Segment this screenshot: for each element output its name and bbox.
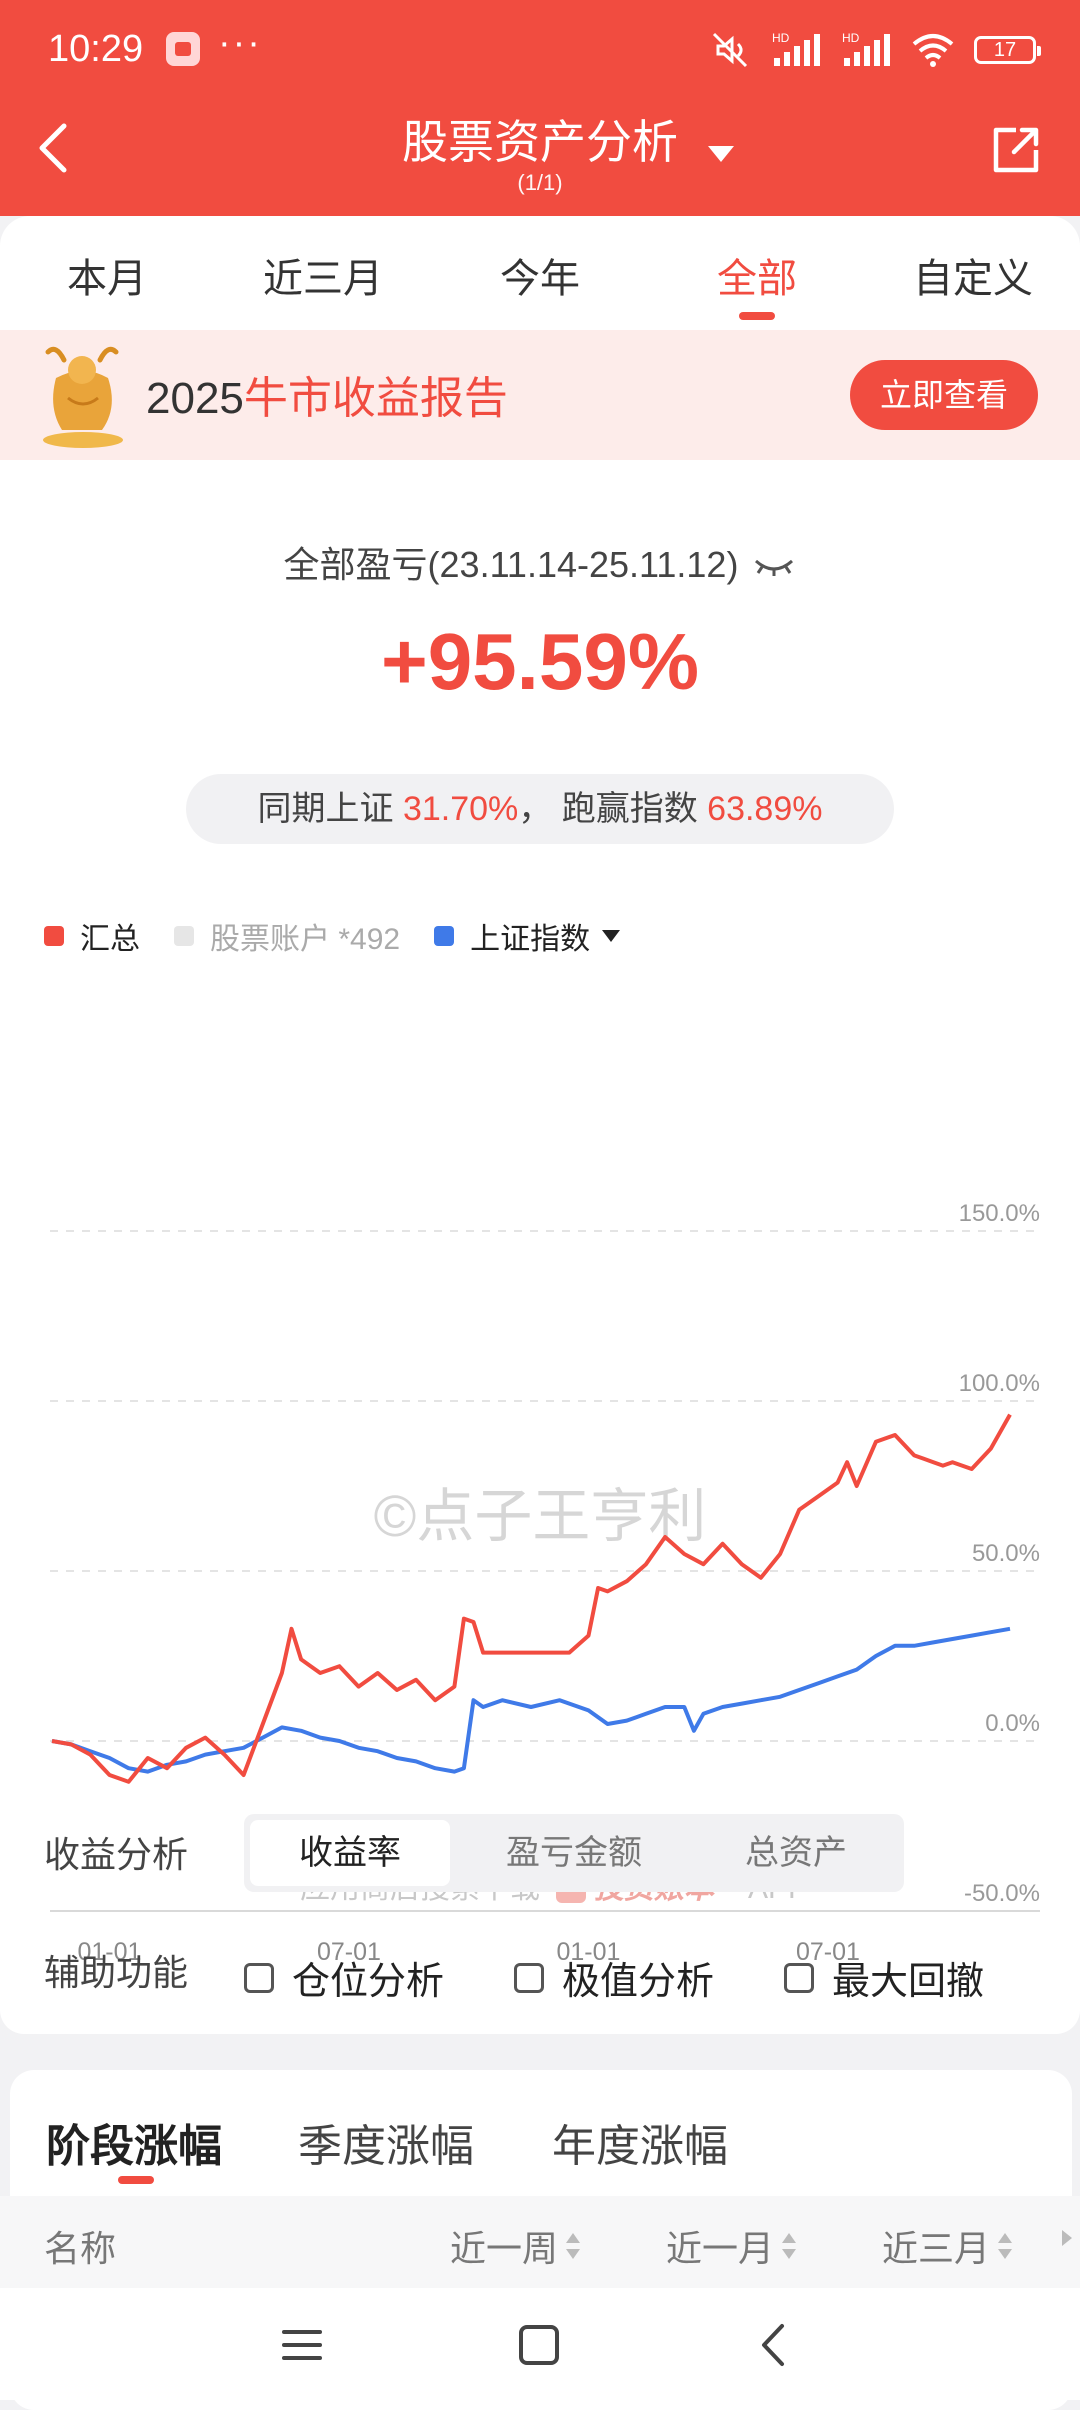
checkbox-icon[interactable] bbox=[514, 1962, 544, 1993]
tab-last-three-months[interactable]: 近三月 bbox=[248, 246, 398, 304]
compare-separator: ， bbox=[518, 790, 553, 828]
compare-value-1: 31.70% bbox=[402, 790, 519, 828]
banner-highlight: 牛市收益报告 bbox=[243, 374, 508, 423]
battery-icon: 17 bbox=[974, 36, 1041, 64]
share-button[interactable] bbox=[988, 122, 1044, 178]
legend-stock-account[interactable]: 股票账户 *492 bbox=[174, 914, 400, 958]
svg-text:HD: HD bbox=[772, 31, 790, 45]
more-notifications-icon: ··· bbox=[218, 22, 262, 64]
index-comparison: 同期上证 31.70%， 跑赢指数 63.89% bbox=[186, 774, 894, 844]
tab-this-year[interactable]: 今年 bbox=[465, 246, 615, 304]
extreme-analysis-label: 极值分析 bbox=[562, 1961, 715, 2003]
column-last-three-months[interactable]: 近三月 bbox=[882, 2220, 1013, 2272]
status-time: 10:29 bbox=[48, 28, 144, 70]
chart-watermark: ©点子王亨利 bbox=[374, 1484, 707, 1549]
series-line-sse-index bbox=[51, 1626, 1011, 1774]
tab-custom[interactable]: 自定义 bbox=[898, 246, 1048, 304]
legend-label-stock-account: 股票账户 *492 bbox=[210, 923, 401, 956]
analysis-segmented-control: 收益率 盈亏金额 总资产 bbox=[244, 1814, 904, 1892]
compare-label-1: 同期上证 bbox=[257, 790, 394, 828]
total-pl-label: 全部盈亏(23.11.14-25.11.12) bbox=[0, 536, 1080, 588]
legend-label-sse-index: 上证指数 bbox=[470, 923, 591, 956]
sort-icon[interactable] bbox=[782, 2233, 797, 2259]
column-last-week-label: 近一周 bbox=[450, 2228, 559, 2269]
column-last-three-months-label: 近三月 bbox=[882, 2228, 991, 2269]
analysis-label: 收益分析 bbox=[44, 1834, 189, 1875]
page-counter: (1/1) bbox=[517, 170, 563, 195]
max-drawdown-checkbox[interactable]: 最大回撤 bbox=[784, 1950, 984, 2005]
mute-icon bbox=[712, 32, 748, 68]
position-analysis-label: 仓位分析 bbox=[292, 1961, 445, 2003]
y-tick-label: 0.0% bbox=[985, 1710, 1040, 1737]
report-banner[interactable]: 2025牛市收益报告 立即查看 bbox=[0, 330, 1080, 460]
title-dropdown-icon[interactable] bbox=[708, 146, 734, 162]
option-pl-amount[interactable]: 盈亏金额 bbox=[474, 1820, 674, 1886]
compare-value-2: 63.89% bbox=[707, 790, 823, 828]
index-dropdown-icon[interactable] bbox=[602, 930, 621, 942]
analysis-card: 本月 近三月 今年 全部 自定义 2025牛市收益报告 立即查看 全部盈亏(23… bbox=[0, 216, 1080, 2034]
table-header: 名称 近一周 近一月 近三月 bbox=[0, 2196, 1080, 2288]
position-analysis-checkbox[interactable]: 仓位分析 bbox=[244, 1950, 444, 2005]
option-total-assets[interactable]: 总资产 bbox=[696, 1820, 896, 1886]
checkbox-icon[interactable] bbox=[244, 1962, 274, 1993]
active-tab-indicator bbox=[739, 312, 775, 320]
y-tick-label: 100.0% bbox=[959, 1370, 1040, 1397]
legend-label-summary: 汇总 bbox=[80, 923, 140, 956]
total-pl-value: +95.59% bbox=[380, 617, 700, 706]
system-nav-bar bbox=[0, 2288, 1080, 2400]
legend-swatch-stock-account bbox=[174, 926, 194, 946]
extreme-analysis-checkbox[interactable]: 极值分析 bbox=[514, 1950, 714, 2005]
wifi-icon bbox=[912, 34, 954, 67]
view-report-button[interactable]: 立即查看 bbox=[849, 360, 1038, 430]
y-tick-label: 150.0% bbox=[959, 1200, 1040, 1227]
y-tick-label: 50.0% bbox=[972, 1540, 1040, 1567]
chart-legend: 汇总 股票账户 *492 上证指数 bbox=[44, 916, 654, 956]
menu-icon[interactable] bbox=[282, 2328, 322, 2362]
banner-title: 2025牛市收益报告 bbox=[146, 362, 508, 426]
column-last-month-label: 近一月 bbox=[666, 2228, 775, 2269]
period-tabs: 本月 近三月 今年 全部 自定义 bbox=[0, 216, 1080, 328]
tab-all[interactable]: 全部 bbox=[682, 246, 832, 304]
legend-summary[interactable]: 汇总 bbox=[44, 914, 140, 958]
compare-label-2: 跑赢指数 bbox=[561, 790, 698, 828]
tab-quarterly-change[interactable]: 季度涨幅 bbox=[298, 2110, 474, 2174]
tab-annual-change[interactable]: 年度涨幅 bbox=[552, 2110, 728, 2174]
home-icon[interactable] bbox=[518, 2324, 560, 2366]
tab-period-change[interactable]: 阶段涨幅 bbox=[46, 2110, 222, 2174]
legend-swatch-sse-index bbox=[434, 926, 455, 946]
option-return-rate[interactable]: 收益率 bbox=[250, 1820, 450, 1886]
svg-text:HD: HD bbox=[842, 31, 860, 45]
aux-label: 辅助功能 bbox=[44, 1952, 189, 1993]
legend-swatch-summary bbox=[44, 926, 64, 946]
banner-year: 2025 bbox=[146, 374, 244, 423]
column-last-month[interactable]: 近一月 bbox=[666, 2220, 797, 2272]
tab-this-month[interactable]: 本月 bbox=[32, 246, 182, 304]
y-tick-label: -50.0% bbox=[964, 1880, 1040, 1907]
back-nav-icon[interactable] bbox=[758, 2322, 788, 2368]
total-pl-text: 全部盈亏(23.11.14-25.11.12) bbox=[283, 544, 739, 585]
status-bar: 10:29 ··· HD HD 17 bbox=[0, 0, 1080, 100]
notification-app-icon bbox=[166, 32, 200, 66]
signal-2-icon: HD bbox=[842, 31, 890, 66]
sort-icon[interactable] bbox=[998, 2233, 1013, 2259]
legend-sse-index[interactable]: 上证指数 bbox=[434, 914, 621, 958]
golden-bull-icon bbox=[43, 346, 123, 448]
sort-icon[interactable] bbox=[566, 2233, 581, 2259]
max-drawdown-label: 最大回撤 bbox=[832, 1961, 985, 2003]
header-bar: 10:29 ··· HD HD 17 股票资产分析 (1/1) bbox=[0, 0, 1080, 216]
signal-1-icon: HD bbox=[772, 31, 820, 66]
column-last-week[interactable]: 近一周 bbox=[450, 2220, 581, 2272]
series-line-summary bbox=[51, 1413, 1012, 1784]
column-name: 名称 bbox=[44, 2228, 117, 2269]
checkbox-icon[interactable] bbox=[784, 1962, 814, 1993]
hide-amount-icon[interactable] bbox=[752, 555, 796, 579]
page-title[interactable]: 股票资产分析 bbox=[0, 106, 1080, 172]
active-perf-tab-indicator bbox=[118, 2176, 154, 2184]
scroll-right-icon[interactable] bbox=[1062, 2230, 1072, 2246]
